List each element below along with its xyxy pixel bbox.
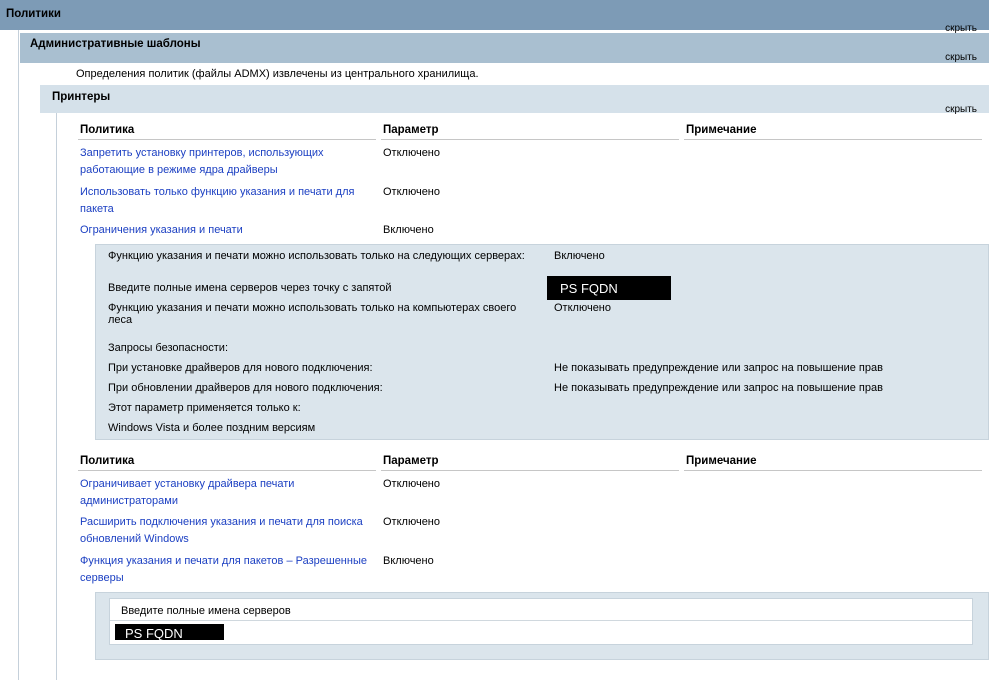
policy-link[interactable]: Функция указания и печати для пакетов – …: [80, 553, 370, 587]
policy-setting: Отключено: [383, 147, 440, 159]
column-setting: Параметр: [383, 124, 439, 136]
policy-link[interactable]: Ограничения указания и печати: [80, 222, 370, 239]
detail-label: Этот параметр применяется только к:: [108, 402, 301, 414]
detail-label: При обновлении драйверов для нового подк…: [108, 382, 383, 394]
admin-templates-hide-link[interactable]: скрыть: [945, 52, 977, 63]
policy-setting: Отключено: [383, 478, 440, 490]
column-comment: Примечание: [686, 124, 757, 136]
table-header: Политика Параметр Примечание: [78, 124, 982, 144]
policy-link[interactable]: Ограничивает установку драйвера печати а…: [80, 476, 340, 510]
policies-header: Политики: [0, 0, 989, 30]
admx-note: Определения политик (файлы ADMX) извлече…: [76, 68, 479, 80]
policy-link[interactable]: Запретить установку принтеров, использую…: [80, 145, 370, 179]
detail-label: Функцию указания и печати можно использо…: [108, 302, 517, 326]
admin-templates-title: Административные шаблоны: [30, 38, 201, 50]
detail-value: Отключено: [554, 302, 611, 314]
detail-label: Windows Vista и более поздним версиям: [108, 422, 316, 434]
column-setting: Параметр: [383, 455, 439, 467]
printers-header: Принтеры: [40, 85, 989, 113]
admin-templates-header: Административные шаблоны: [20, 33, 989, 63]
printers-title: Принтеры: [52, 91, 111, 103]
detail-label: Введите полные имена серверов через точк…: [108, 282, 392, 294]
column-policy: Политика: [80, 455, 135, 467]
policy-setting: Отключено: [383, 186, 440, 198]
detail-value: Не показывать предупреждение или запрос …: [554, 382, 883, 394]
detail-value: Не показывать предупреждение или запрос …: [554, 362, 883, 374]
policy-setting: Отключено: [383, 516, 440, 528]
policy-link[interactable]: Расширить подключения указания и печати …: [80, 514, 370, 548]
detail-label: Запросы безопасности:: [108, 342, 229, 354]
printers-hide-link[interactable]: скрыть: [945, 104, 977, 115]
policy-setting: Включено: [383, 224, 434, 236]
policy-setting: Включено: [383, 555, 434, 567]
detail-label: Функцию указания и печати можно использо…: [108, 250, 525, 262]
policy-link[interactable]: Использовать только функцию указания и п…: [80, 184, 370, 218]
column-policy: Политика: [80, 124, 135, 136]
detail-label: Введите полные имена серверов: [121, 605, 291, 617]
server-name-redacted: PS FQDN: [547, 276, 671, 300]
column-comment: Примечание: [686, 455, 757, 467]
policies-title: Политики: [6, 8, 61, 20]
server-name-redacted: PS FQDN: [115, 624, 224, 640]
table-header: Политика Параметр Примечание: [78, 455, 982, 475]
detail-label: При установке драйверов для нового подкл…: [108, 362, 373, 374]
detail-value: Включено: [554, 250, 605, 262]
